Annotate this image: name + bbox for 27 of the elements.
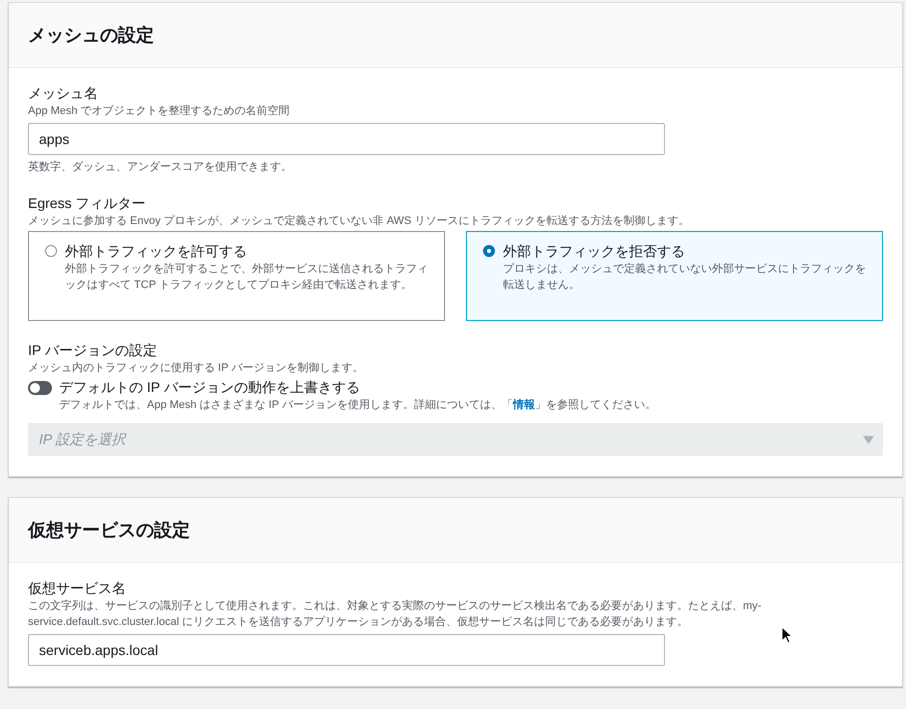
- field-description: この文字列は、サービスの識別子として使用されます。これは、対象とする実際のサービスのサービス検出名である必要があります。たとえば、my-service.default.svc.cluster.local にリクエストを送信するアプリケーションがある場合、仮想サービス名は同じである必要があります。: [28, 598, 762, 630]
- toggle-switch[interactable]: [28, 381, 52, 395]
- panel-title: メッシュの設定: [28, 24, 155, 47]
- toggle-label: デフォルトの IP バージョンの動作を上書きする: [59, 378, 361, 397]
- field-description: メッシュに参加する Envoy プロキシが、メッシュで定義されていない非 AWS リソースにトラフィックを転送する方法を制御します。: [28, 214, 690, 229]
- field-label: Egress フィルター: [28, 194, 146, 213]
- radio-button[interactable]: [45, 245, 57, 257]
- option-label: 外部トラフィックを許可する: [65, 242, 248, 261]
- radio-card[interactable]: 外部トラフィックを拒否する プロキシは、メッシュで定義されていない外部サービスにトラフィックを転送しません。: [466, 231, 883, 321]
- radio-card[interactable]: 外部トラフィックを許可する 外部トラフィックを許可することで、外部サービスに送信されるトラフィックはすべて TCP トラフィックとしてプロキシ経由で転送されます。: [28, 231, 445, 321]
- option-description: プロキシは、メッシュで定義されていない外部サービスにトラフィックを転送しません。: [503, 262, 867, 293]
- radio-button[interactable]: [483, 245, 495, 257]
- option-label: 外部トラフィックを拒否する: [503, 242, 686, 261]
- panel-title: 仮想サービスの設定: [28, 519, 191, 542]
- info-link[interactable]: 情報: [512, 399, 535, 411]
- field-label: 仮想サービス名: [28, 579, 127, 598]
- field-description: メッシュ内のトラフィックに使用する IP バージョンを制御します。: [28, 361, 364, 376]
- help-text: デフォルトでは、App Mesh はさまざまな IP バージョンを使用します。詳細については、「情報」を参照してください。: [59, 398, 656, 413]
- input-field[interactable]: apps: [28, 123, 665, 155]
- option-description: 外部トラフィックを許可することで、外部サービスに送信されるトラフィックはすべて TCP トラフィックとしてプロキシ経由で転送されます。: [65, 262, 429, 293]
- caret-icon: [863, 436, 874, 444]
- field-label: メッシュ名: [28, 84, 99, 103]
- mouse-pointer-icon: [781, 626, 793, 644]
- input-field[interactable]: serviceb.apps.local: [28, 634, 665, 666]
- constraint-text: 英数字、ダッシュ、アンダースコアを使用できます。: [28, 160, 293, 174]
- field-description: App Mesh でオブジェクトを整理するための名前空間: [28, 104, 291, 119]
- field-label: IP バージョンの設定: [28, 341, 158, 360]
